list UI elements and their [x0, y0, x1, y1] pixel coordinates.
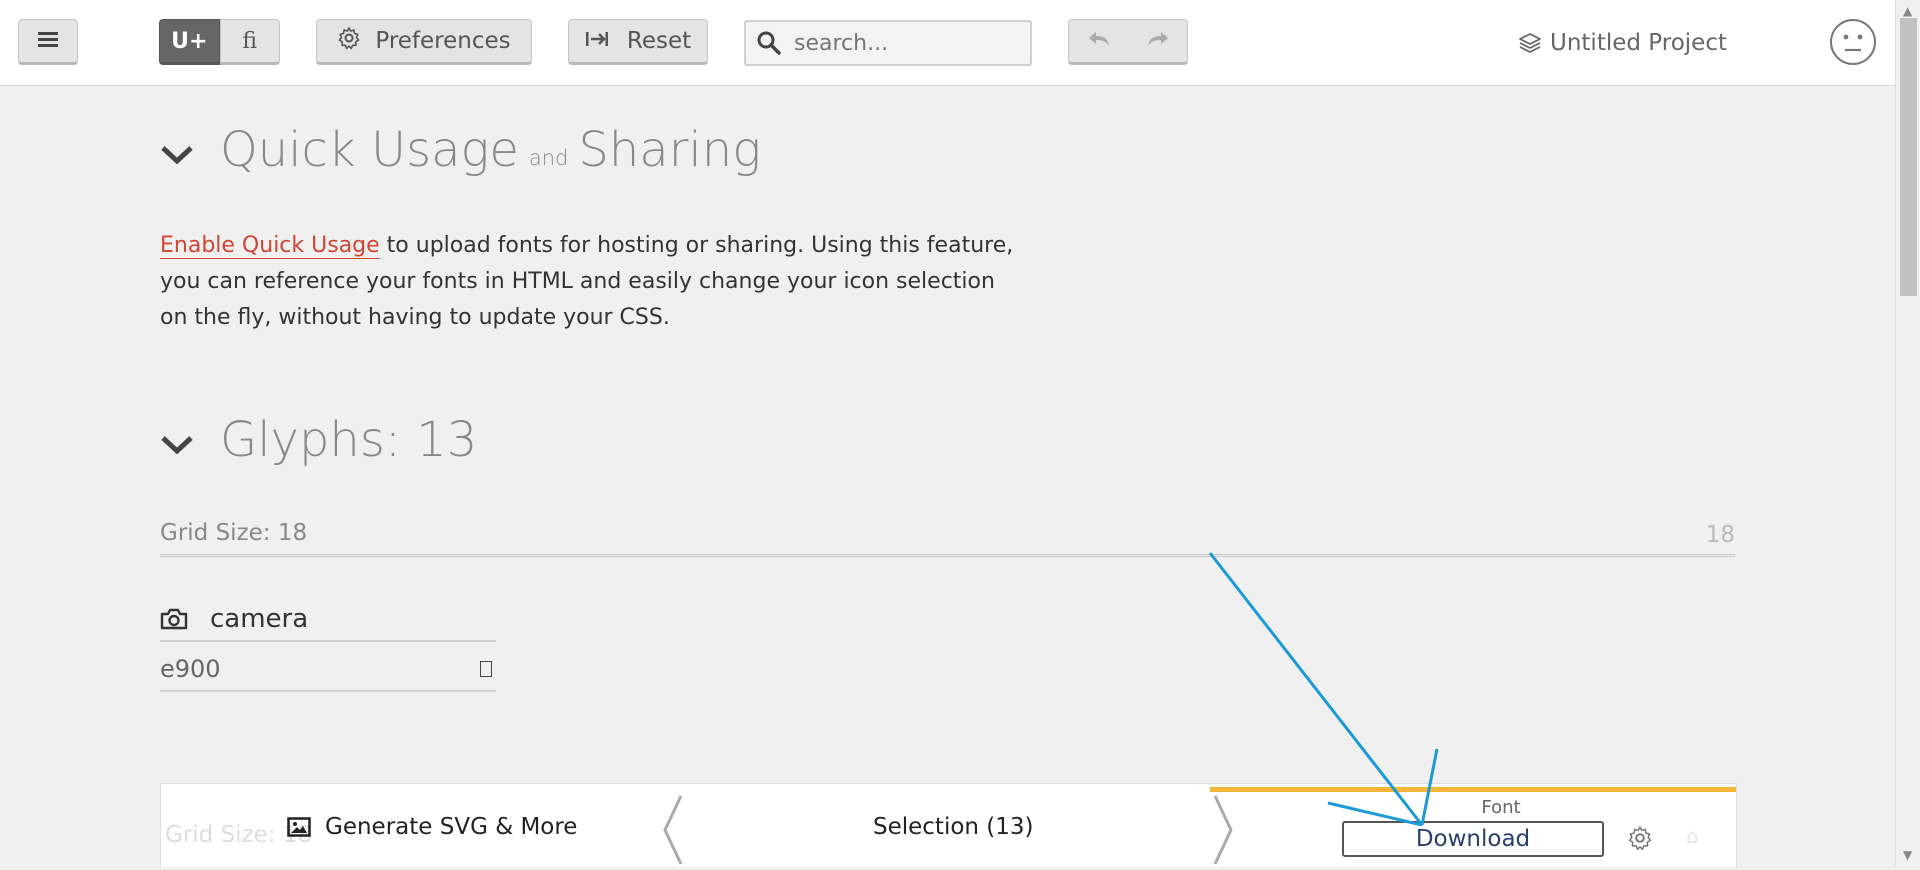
quick-usage-and: and — [528, 146, 569, 170]
image-icon — [287, 817, 311, 837]
glyph-name-field[interactable]: camera — [160, 598, 496, 642]
gear-icon — [337, 26, 361, 56]
quick-usage-description: Enable Quick Usage to upload fonts for h… — [160, 228, 1020, 336]
font-tab-indicator — [1210, 787, 1736, 792]
camera-icon — [160, 608, 188, 630]
scroll-down-arrow[interactable]: ▼ — [1903, 848, 1912, 862]
redo-button[interactable] — [1128, 20, 1187, 62]
preferences-button[interactable]: Preferences — [316, 19, 532, 65]
glyph-preview-box — [480, 661, 492, 677]
glyph-code: e900 — [160, 655, 221, 683]
glyph-code-field[interactable]: e900 — [160, 648, 496, 692]
download-button[interactable]: Download — [1342, 821, 1604, 857]
undo-icon — [1087, 29, 1111, 53]
top-toolbar: U+ ﬁ Preferences Reset search... Untitle… — [0, 0, 1895, 86]
sharing-title: Sharing — [578, 122, 761, 178]
search-icon — [756, 30, 782, 56]
gear-icon[interactable] — [1627, 825, 1653, 855]
scroll-up-arrow[interactable]: ▲ — [1903, 4, 1912, 18]
generate-svg-button[interactable]: Generate SVG & More — [287, 814, 577, 840]
download-label: Download — [1415, 826, 1531, 852]
desc-line1: to upload fonts for hosting or sharing. … — [379, 233, 1014, 258]
bottom-action-bar: Grid Size: 18 Generate SVG & More Select… — [160, 783, 1737, 867]
quick-usage-title: Quick Usage — [220, 122, 519, 178]
history-controls — [1068, 19, 1188, 65]
glyphs-heading[interactable]: Glyphs: 13 — [160, 412, 477, 468]
glyphs-title: Glyphs: 13 — [220, 412, 478, 468]
chevron-right-icon — [1211, 794, 1235, 870]
scroll-thumb[interactable] — [1900, 18, 1917, 296]
undo-button[interactable] — [1069, 20, 1128, 62]
chevron-down-icon — [160, 412, 194, 468]
reset-icon — [585, 28, 609, 54]
ligature-mode-button[interactable]: ﬁ — [219, 19, 280, 65]
enable-quick-usage-link[interactable]: Enable Quick Usage — [160, 233, 380, 259]
unicode-mode-button[interactable]: U+ — [159, 19, 220, 65]
ghost-icon: ⌂ — [1686, 824, 1699, 848]
chevron-down-icon — [160, 122, 194, 178]
reset-button[interactable]: Reset — [568, 19, 708, 65]
desc-line3: on the fly, without having to update you… — [160, 305, 670, 330]
page-scrollbar[interactable]: ▲ ▼ — [1895, 0, 1920, 866]
grid-size-row: Grid Size: 18 18 — [160, 520, 1735, 557]
grid-size-value[interactable]: 18 — [1706, 522, 1735, 548]
font-tab-label[interactable]: Font — [1451, 797, 1551, 818]
project-switcher[interactable]: Untitled Project — [1518, 26, 1727, 60]
search-box — [744, 20, 1032, 66]
glyph-mode-toggle: U+ ﬁ — [159, 19, 280, 65]
project-name: Untitled Project — [1550, 30, 1727, 56]
avatar-icon — [1829, 19, 1877, 70]
search-input[interactable] — [792, 29, 1026, 57]
chevron-left-icon — [661, 794, 685, 870]
desc-line2: you can reference your fonts in HTML and… — [160, 269, 995, 294]
quick-usage-heading[interactable]: Quick Usage and Sharing — [160, 122, 761, 178]
menu-button[interactable] — [18, 19, 78, 65]
grid-size-label: Grid Size: 18 — [160, 520, 308, 546]
generate-svg-label: Generate SVG & More — [325, 814, 578, 840]
user-avatar[interactable] — [1829, 18, 1877, 66]
layers-icon — [1518, 32, 1542, 54]
glyph-name: camera — [210, 604, 309, 634]
preferences-label: Preferences — [375, 28, 511, 54]
menu-icon — [38, 28, 58, 54]
reset-label: Reset — [626, 28, 692, 54]
redo-icon — [1146, 29, 1170, 53]
selection-count-button[interactable]: Selection (13) — [873, 814, 1034, 840]
